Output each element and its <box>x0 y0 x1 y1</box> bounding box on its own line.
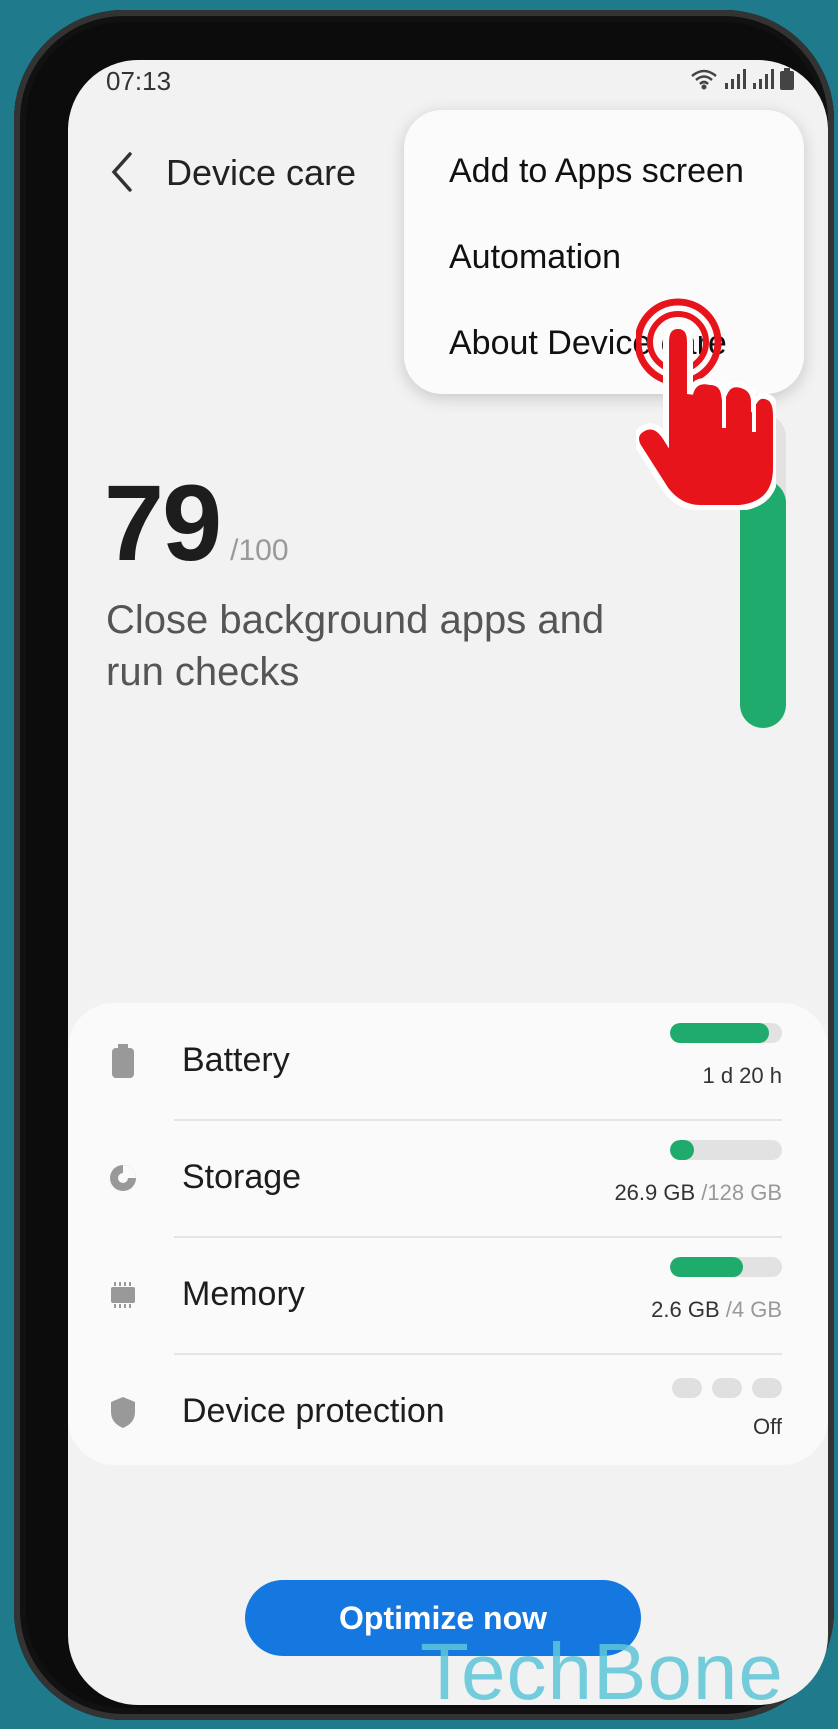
score-max: /100 <box>230 534 289 567</box>
row-label: Memory <box>182 1275 305 1313</box>
row-label: Storage <box>182 1158 302 1196</box>
menu-item-add-to-apps-screen[interactable]: Add to Apps screen <box>449 152 744 191</box>
row-device-protection[interactable]: Device protection Off <box>68 1354 828 1470</box>
battery-icon <box>112 1044 134 1078</box>
memory-value-total: /4 GB <box>725 1297 782 1322</box>
memory-bar <box>670 1257 782 1277</box>
battery-bar <box>670 1023 782 1043</box>
row-storage[interactable]: Storage 26.9 GB /128 GB <box>68 1120 828 1236</box>
row-label: Device protection <box>182 1392 445 1430</box>
battery-value: 1 d 20 h <box>702 1063 782 1089</box>
menu-item-automation[interactable]: Automation <box>449 238 621 277</box>
wifi-icon <box>691 69 717 90</box>
score-bar-fill <box>740 479 786 728</box>
screen: 07:13 Device care Add to Apps screen Aut… <box>68 60 828 1705</box>
back-arrow-icon[interactable] <box>106 150 140 194</box>
storage-value-text: 26.9 GB <box>614 1180 696 1205</box>
storage-value: 26.9 GB /128 GB <box>614 1180 782 1206</box>
score-description: Close background apps and run checks <box>106 598 605 694</box>
battery-value-text: 1 d 20 h <box>702 1063 782 1088</box>
signal-icon <box>725 69 746 89</box>
storage-bar-fill <box>670 1140 694 1160</box>
storage-value-total: /128 GB <box>701 1180 782 1205</box>
status-card: Battery 1 d 20 h Storage 26.9 GB /128 GB <box>68 1003 828 1465</box>
storage-bar <box>670 1140 782 1160</box>
battery-bar-fill <box>670 1023 769 1043</box>
phone-frame: 07:13 Device care Add to Apps screen Aut… <box>14 10 834 1720</box>
status-bar: 07:13 <box>68 60 828 104</box>
status-dot <box>712 1378 742 1398</box>
memory-value: 2.6 GB /4 GB <box>651 1297 782 1323</box>
memory-chip-icon <box>111 1282 135 1308</box>
protection-value: Off <box>753 1414 782 1439</box>
memory-value-text: 2.6 GB <box>651 1297 720 1322</box>
tap-hand-icon <box>636 298 776 510</box>
storage-pie-icon <box>110 1165 136 1191</box>
signal-icon-2 <box>753 69 774 89</box>
status-dot <box>672 1378 702 1398</box>
page-title: Device care <box>166 152 357 193</box>
battery-status-icon <box>780 68 794 90</box>
score-display: 79/100 <box>104 460 289 585</box>
row-label: Battery <box>182 1041 290 1079</box>
row-battery[interactable]: Battery 1 d 20 h <box>68 1003 828 1119</box>
memory-bar-fill <box>670 1257 743 1277</box>
status-time: 07:13 <box>106 66 172 96</box>
status-icons <box>690 68 794 90</box>
score-value: 79 <box>104 462 222 583</box>
status-dot <box>752 1378 782 1398</box>
protection-status-dots <box>672 1378 782 1398</box>
row-memory[interactable]: Memory 2.6 GB /4 GB <box>68 1237 828 1353</box>
shield-icon <box>111 1397 135 1428</box>
watermark: TechBone <box>420 1627 784 1705</box>
